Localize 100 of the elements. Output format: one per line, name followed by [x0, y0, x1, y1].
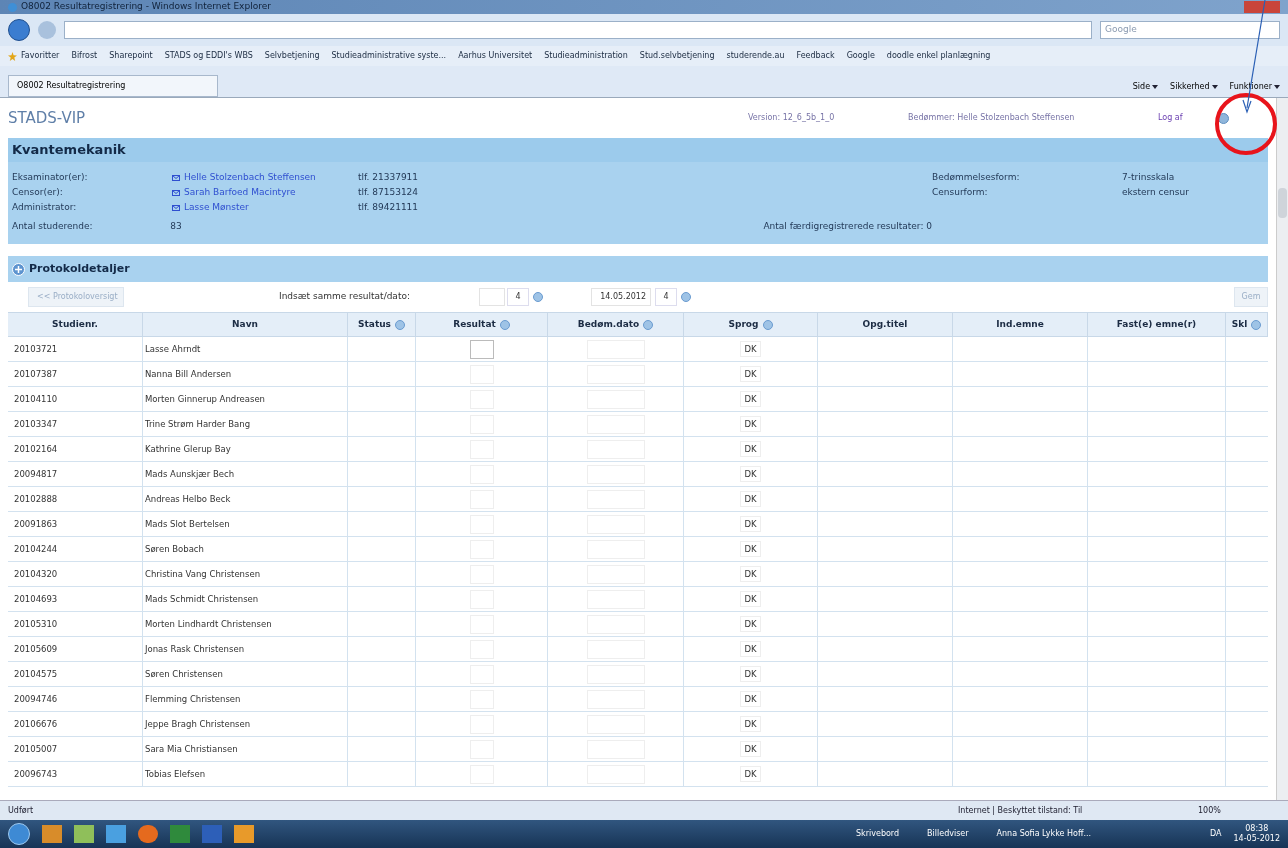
info-icon[interactable]	[681, 292, 691, 302]
date-select[interactable]: 4	[655, 288, 677, 306]
finished-count: Antal færdigregistrerede resultater: 0	[763, 220, 932, 234]
browser-tab[interactable]: O8002 Resultatregistrering	[8, 75, 218, 97]
favorite-link[interactable]: Google	[846, 50, 875, 62]
table-cell: Lasse Ahrndt	[143, 337, 348, 361]
info-icon[interactable]	[762, 319, 773, 330]
info-icon[interactable]	[533, 292, 543, 302]
forward-button[interactable]	[38, 21, 56, 39]
version-text: Version: 12_6_5b_1_0	[748, 112, 836, 124]
person-link[interactable]: Helle Stolzenbach Steffensen	[172, 171, 358, 185]
close-button[interactable]	[1244, 1, 1280, 13]
favorite-link[interactable]: Feedback	[796, 50, 835, 62]
table-cell: 20103347	[8, 412, 143, 436]
fact-value: 7-trinsskala	[1122, 171, 1175, 185]
language-select[interactable]: DK	[740, 666, 761, 682]
language-select[interactable]: DK	[740, 366, 761, 382]
taskbar-app-icon[interactable]	[138, 825, 158, 843]
zoom-control[interactable]: 100%	[1198, 804, 1221, 817]
details-title: Protokoldetaljer	[29, 260, 130, 277]
language-select[interactable]: DK	[740, 741, 761, 757]
favorite-link[interactable]: Selvbetjening	[264, 50, 320, 62]
taskbar-item[interactable]: Anna Sofia Lykke Hoff...	[988, 828, 1100, 840]
address-field[interactable]	[64, 21, 1092, 39]
language-select[interactable]: DK	[740, 416, 761, 432]
command-menu[interactable]: Sikkerhed	[1170, 81, 1210, 93]
language-select[interactable]: DK	[740, 441, 761, 457]
command-menu[interactable]: Side	[1132, 81, 1151, 93]
language-select[interactable]: DK	[740, 341, 761, 357]
favorites-button[interactable]: Favoritter	[8, 50, 60, 62]
table-cell: 20105609	[8, 637, 143, 661]
table-cell: Nanna Bill Andersen	[143, 362, 348, 386]
person-link[interactable]: Sarah Barfoed Macintyre	[172, 186, 358, 200]
info-icon[interactable]	[499, 319, 510, 330]
taskbar-item[interactable]: Skrivebord	[848, 828, 908, 840]
info-icon[interactable]	[1251, 319, 1262, 330]
zone-text: Internet | Beskyttet tilstand: Til	[958, 804, 1084, 817]
result-select[interactable]: 4	[507, 288, 529, 306]
favorite-link[interactable]: Studieadministration	[544, 50, 628, 62]
logout-link[interactable]: Log af	[1158, 112, 1218, 124]
table-cell: Sara Mia Christiansen	[143, 737, 348, 761]
table-cell: Tobias Elefsen	[143, 762, 348, 786]
favorite-link[interactable]: doodle enkel planlægning	[886, 50, 991, 62]
caret-icon[interactable]	[1211, 85, 1218, 89]
info-icon[interactable]	[1218, 112, 1229, 124]
result-input[interactable]	[479, 288, 505, 306]
language-select[interactable]: DK	[740, 766, 761, 782]
result-field[interactable]	[469, 339, 494, 359]
favorite-link[interactable]: Aarhus Universitet	[458, 50, 533, 62]
caret-icon[interactable]	[1152, 85, 1159, 89]
language-select[interactable]: DK	[740, 691, 761, 707]
fact-value: ekstern censur	[1122, 186, 1189, 200]
window-title: O8002 Resultatregistrering - Windows Internet Explorer	[21, 0, 271, 14]
table-cell: Trine Strøm Harder Bang	[143, 412, 348, 436]
table-cell: Jeppe Bragh Christensen	[143, 712, 348, 736]
language-select[interactable]: DK	[740, 566, 761, 582]
column-header: Opg.titel	[862, 317, 908, 331]
table-cell: 20107387	[8, 362, 143, 386]
table-cell: 20104110	[8, 387, 143, 411]
phone-text: tlf. 21337911	[358, 171, 419, 185]
favorite-link[interactable]: Sharepoint	[109, 50, 153, 62]
person-link[interactable]: Lasse Mønster	[172, 201, 358, 215]
info-icon[interactable]	[394, 319, 405, 330]
command-menu[interactable]: Funktioner	[1229, 81, 1272, 93]
favorite-link[interactable]: Bifrost	[71, 50, 98, 62]
clock-date: 14-05-2012	[1233, 834, 1280, 844]
date-input[interactable]: 14.05.2012	[591, 288, 651, 306]
language-select[interactable]: DK	[740, 391, 761, 407]
star-icon	[8, 51, 17, 61]
language-indicator[interactable]: DA	[1210, 828, 1222, 840]
column-header: Navn	[232, 317, 258, 331]
favorite-link[interactable]: STADS og EDDI's WBS	[164, 50, 253, 62]
favorite-link[interactable]: Stud.selvbetjening	[639, 50, 715, 62]
language-select[interactable]: DK	[740, 516, 761, 532]
table-cell: Mads Aunskjær Bech	[143, 462, 348, 486]
language-select[interactable]: DK	[740, 716, 761, 732]
info-icon[interactable]	[643, 319, 654, 330]
language-select[interactable]: DK	[740, 591, 761, 607]
table-cell: Kathrine Glerup Bay	[143, 437, 348, 461]
caret-icon[interactable]	[1274, 85, 1280, 89]
column-header: Fast(e) emne(r)	[1116, 317, 1197, 331]
favorite-link[interactable]: studerende.au	[726, 50, 785, 62]
favorite-link[interactable]: Studieadministrative syste...	[331, 50, 447, 62]
phone-text: tlf. 89421111	[358, 201, 419, 215]
phone-text: tlf. 87153124	[358, 186, 419, 200]
taskbar-item[interactable]: Billedviser	[919, 828, 977, 840]
expand-icon[interactable]	[12, 262, 25, 276]
back-button[interactable]	[8, 19, 30, 41]
table-cell: Morten Lindhardt Christensen	[143, 612, 348, 636]
start-button[interactable]	[8, 823, 30, 845]
language-select[interactable]: DK	[740, 641, 761, 657]
language-select[interactable]: DK	[740, 541, 761, 557]
column-header: Sprog	[728, 317, 759, 331]
app-logo: STADS-VIP	[8, 107, 87, 129]
language-select[interactable]: DK	[740, 466, 761, 482]
favorites-label[interactable]: Favoritter	[21, 50, 60, 62]
language-select[interactable]: DK	[740, 616, 761, 632]
table-cell: 20103721	[8, 337, 143, 361]
table-cell: Mads Slot Bertelsen	[143, 512, 348, 536]
language-select[interactable]: DK	[740, 491, 761, 507]
